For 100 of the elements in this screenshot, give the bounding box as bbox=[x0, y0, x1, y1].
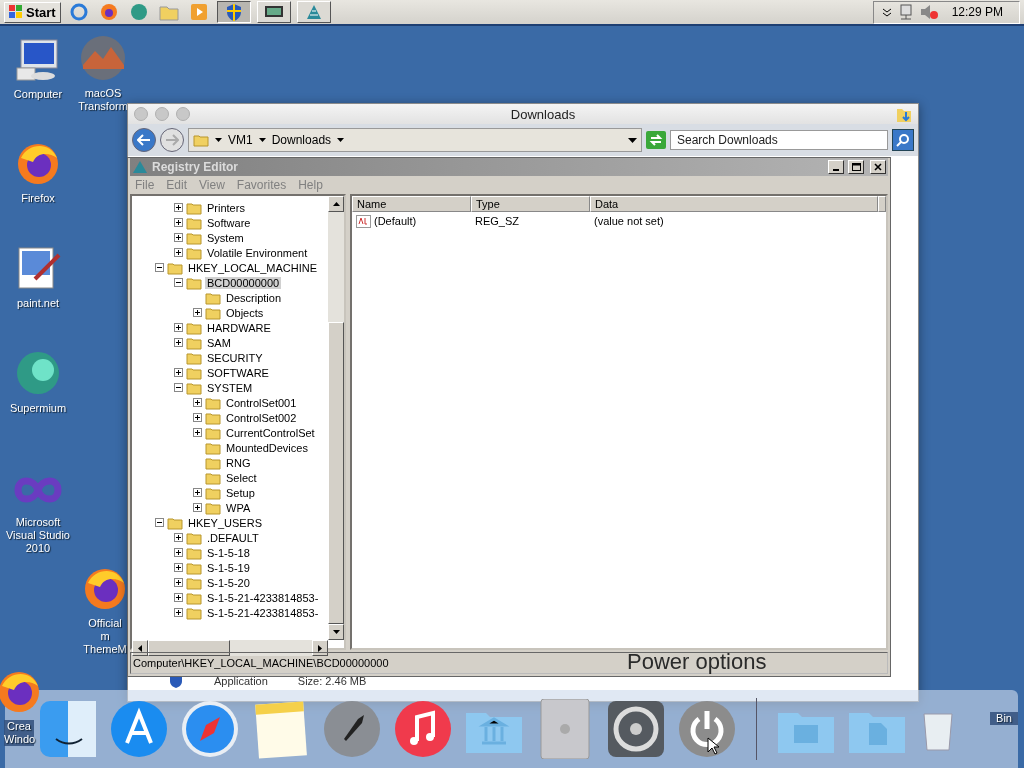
rocket-icon[interactable] bbox=[322, 699, 382, 759]
desktop-icon-label[interactable]: Bin bbox=[990, 712, 1018, 725]
collapse-box[interactable] bbox=[155, 263, 164, 272]
forward-button[interactable] bbox=[160, 128, 184, 152]
caret-icon[interactable] bbox=[628, 137, 637, 143]
expand-box[interactable] bbox=[193, 428, 202, 437]
folder-icon bbox=[186, 335, 202, 350]
registry-key[interactable]: HARDWARE bbox=[205, 321, 273, 334]
expand-box[interactable] bbox=[174, 563, 183, 572]
caret-icon[interactable] bbox=[215, 138, 222, 142]
registry-key[interactable]: ControlSet001 bbox=[224, 396, 299, 409]
registry-key[interactable]: WPA bbox=[224, 501, 253, 514]
collapse-box[interactable] bbox=[174, 383, 183, 392]
expand-box[interactable] bbox=[193, 413, 202, 422]
chevron-icon[interactable] bbox=[881, 7, 892, 17]
refresh-icon[interactable] bbox=[646, 131, 666, 149]
start-button[interactable]: Start bbox=[4, 1, 61, 23]
desktop-icon-label[interactable]: Supermium bbox=[0, 402, 76, 415]
value-name[interactable]: (Default) bbox=[352, 214, 471, 228]
expand-box[interactable] bbox=[174, 203, 183, 212]
registry-key[interactable]: SAM bbox=[205, 336, 233, 349]
registry-key[interactable]: HKEY_USERS bbox=[186, 516, 264, 529]
registry-key[interactable]: SYSTEM bbox=[205, 381, 255, 394]
search-button[interactable] bbox=[892, 129, 914, 151]
scroll-thumb[interactable] bbox=[328, 322, 344, 624]
caret-icon[interactable] bbox=[258, 138, 266, 142]
registry-key[interactable]: S-1-5-21-4233814853- bbox=[205, 606, 321, 619]
expand-box[interactable] bbox=[174, 368, 183, 377]
breadcrumb-item[interactable]: Downloads bbox=[271, 133, 332, 147]
network-icon[interactable] bbox=[256, 1, 291, 23]
minimize-button[interactable] bbox=[828, 160, 844, 174]
compass-icon[interactable] bbox=[180, 699, 240, 759]
registry-key[interactable]: Select bbox=[224, 471, 259, 484]
registry-key[interactable]: BCD00000000 bbox=[205, 276, 282, 289]
shield-icon[interactable] bbox=[216, 1, 251, 23]
registry-key[interactable]: .DEFAULT bbox=[205, 531, 261, 544]
registry-key[interactable]: CurrentControlSet bbox=[224, 426, 317, 439]
registry-key[interactable]: System bbox=[205, 231, 246, 244]
registry-key[interactable]: S-1-5-21-4233814853- bbox=[205, 591, 321, 604]
caret-icon[interactable] bbox=[337, 138, 345, 142]
app-store-icon[interactable] bbox=[109, 699, 169, 759]
breadcrumb-item[interactable]: VM1 bbox=[228, 133, 253, 147]
desktop-icon-label[interactable]: Firefox bbox=[0, 192, 76, 205]
desktop-icon-label[interactable]: paint.net bbox=[0, 297, 76, 310]
column-header[interactable]: Name bbox=[352, 196, 471, 212]
registry-icon[interactable] bbox=[296, 1, 331, 23]
close-button[interactable] bbox=[870, 160, 886, 174]
registry-key[interactable]: ControlSet002 bbox=[224, 411, 299, 424]
expand-box[interactable] bbox=[174, 323, 183, 332]
registry-key[interactable]: Software bbox=[205, 216, 253, 229]
expand-box[interactable] bbox=[174, 533, 183, 542]
scroll-down-button[interactable] bbox=[328, 624, 344, 640]
desktop-icon-label[interactable]: Crea Windo bbox=[4, 720, 34, 746]
finder-icon[interactable] bbox=[38, 699, 98, 759]
expand-box[interactable] bbox=[174, 248, 183, 257]
registry-key[interactable]: HKEY_LOCAL_MACHINE bbox=[186, 261, 319, 274]
registry-key[interactable]: Printers bbox=[205, 201, 247, 214]
desktop-icon-label[interactable]: macOS Transform bbox=[78, 87, 128, 113]
maximize-button[interactable] bbox=[848, 160, 864, 174]
window-title: Registry Editor bbox=[152, 160, 239, 174]
registry-key[interactable]: MountedDevices bbox=[224, 441, 310, 454]
expand-box[interactable] bbox=[174, 578, 183, 587]
expand-box[interactable] bbox=[174, 218, 183, 227]
registry-key[interactable]: Volatile Environment bbox=[205, 246, 310, 259]
expand-box[interactable] bbox=[193, 398, 202, 407]
registry-key[interactable]: SECURITY bbox=[205, 351, 265, 364]
power-icon[interactable] bbox=[677, 699, 737, 759]
expand-box[interactable] bbox=[193, 488, 202, 497]
expand-box[interactable] bbox=[174, 338, 183, 347]
desktop-icon-label[interactable]: Official m ThemeM bbox=[83, 617, 127, 656]
expand-box[interactable] bbox=[174, 608, 183, 617]
expand-box[interactable] bbox=[193, 503, 202, 512]
gear-icon[interactable] bbox=[606, 699, 666, 759]
search-field[interactable]: Search Downloads bbox=[670, 130, 888, 150]
desktop-icon-label[interactable]: Microsoft Visual Studio 2010 bbox=[0, 516, 76, 555]
address-bar[interactable]: VM1 Downloads bbox=[188, 128, 642, 152]
registry-key[interactable]: Objects bbox=[224, 306, 266, 319]
collapse-box[interactable] bbox=[155, 518, 164, 527]
expand-box[interactable] bbox=[174, 233, 183, 242]
vertical-scrollbar[interactable] bbox=[328, 196, 344, 640]
desktop-icon-label[interactable]: Computer bbox=[0, 88, 76, 101]
expand-box[interactable] bbox=[174, 593, 183, 602]
registry-key[interactable]: RNG bbox=[224, 456, 253, 469]
collapse-box[interactable] bbox=[174, 278, 183, 287]
muted-speaker-icon[interactable] bbox=[919, 4, 938, 20]
expand-box[interactable] bbox=[174, 548, 183, 557]
registry-key[interactable]: SOFTWARE bbox=[205, 366, 271, 379]
clock[interactable]: 12:29 PM bbox=[951, 5, 1003, 19]
registry-key[interactable]: Description bbox=[224, 291, 284, 304]
column-header[interactable]: Type bbox=[471, 196, 590, 212]
expand-box[interactable] bbox=[193, 308, 202, 317]
back-button[interactable] bbox=[132, 128, 156, 152]
registry-key[interactable]: S-1-5-19 bbox=[205, 561, 252, 574]
registry-key[interactable]: Setup bbox=[224, 486, 257, 499]
registry-key[interactable]: S-1-5-18 bbox=[205, 546, 252, 559]
registry-key[interactable]: S-1-5-20 bbox=[205, 576, 252, 589]
windows-logo-icon bbox=[9, 5, 23, 19]
scroll-up-button[interactable] bbox=[328, 196, 344, 212]
column-header[interactable]: Data bbox=[590, 196, 878, 212]
music-icon[interactable] bbox=[393, 699, 453, 759]
